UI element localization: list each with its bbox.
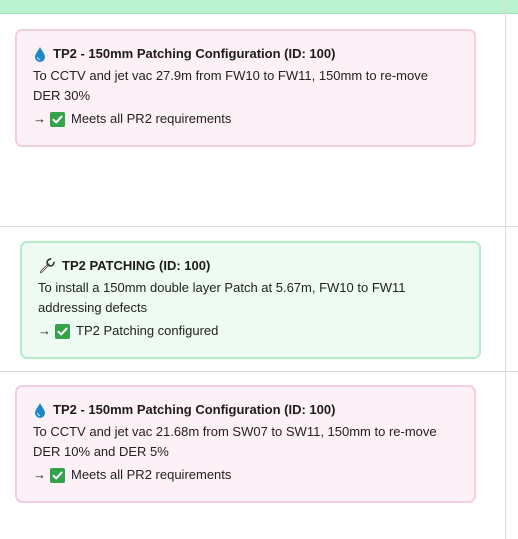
row-divider bbox=[0, 226, 518, 227]
card-status: → Meets all PR2 requirements bbox=[33, 109, 458, 129]
check-mark-icon bbox=[55, 323, 70, 339]
card-title-row: TP2 - 150mm Patching Configuration (ID: … bbox=[33, 401, 458, 419]
status-text: Meets all PR2 requirements bbox=[71, 467, 232, 482]
check-mark-icon bbox=[50, 111, 65, 127]
patching-card[interactable]: TP2 PATCHING (ID: 100) To install a 150m… bbox=[20, 241, 481, 359]
row-divider bbox=[0, 371, 518, 372]
card-description: To install a 150mm double layer Patch at… bbox=[38, 280, 406, 315]
patching-configuration-card[interactable]: TP2 - 150mm Patching Configuration (ID: … bbox=[15, 29, 476, 147]
card-title: TP2 - 150mm Patching Configuration (ID: … bbox=[53, 46, 336, 61]
table-header-band bbox=[0, 0, 518, 14]
arrow-icon: → bbox=[38, 323, 51, 338]
check-mark-icon bbox=[50, 467, 65, 483]
water-drop-icon bbox=[33, 402, 47, 418]
status-text: Meets all PR2 requirements bbox=[71, 111, 232, 126]
card-title-row: TP2 PATCHING (ID: 100) bbox=[38, 257, 463, 275]
card-description: To CCTV and jet vac 21.68m from SW07 to … bbox=[33, 424, 437, 459]
card-status: → TP2 Patching configured bbox=[38, 321, 463, 341]
patching-configuration-card[interactable]: TP2 - 150mm Patching Configuration (ID: … bbox=[15, 385, 476, 503]
card-status: → Meets all PR2 requirements bbox=[33, 465, 458, 485]
water-drop-icon bbox=[33, 46, 47, 62]
arrow-icon: → bbox=[33, 467, 46, 482]
arrow-icon: → bbox=[33, 111, 46, 126]
card-title: TP2 PATCHING (ID: 100) bbox=[62, 258, 211, 273]
card-title: TP2 - 150mm Patching Configuration (ID: … bbox=[53, 402, 336, 417]
card-title-row: TP2 - 150mm Patching Configuration (ID: … bbox=[33, 45, 458, 63]
status-text: TP2 Patching configured bbox=[76, 323, 219, 338]
wrench-icon bbox=[38, 257, 56, 275]
column-divider bbox=[505, 0, 506, 539]
card-description: To CCTV and jet vac 27.9m from FW10 to F… bbox=[33, 68, 428, 103]
page: TP2 - 150mm Patching Configuration (ID: … bbox=[0, 0, 518, 539]
